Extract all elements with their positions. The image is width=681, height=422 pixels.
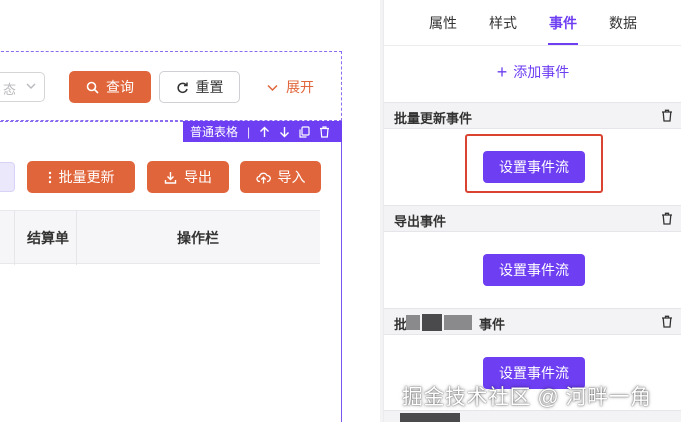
status-select[interactable]: 态 [0, 72, 45, 102]
search-icon [86, 81, 99, 94]
highlight-box [465, 134, 603, 193]
download-icon [164, 171, 177, 184]
redacted-text [400, 413, 460, 422]
event-section-header [384, 410, 681, 422]
chevron-down-icon [26, 83, 36, 89]
redacted-text [406, 315, 420, 330]
batch-update-label: 批量更新 [58, 169, 115, 185]
trash-icon[interactable] [661, 212, 673, 225]
event-section-title: 批量更新事件 [394, 111, 473, 126]
expand-link-label: 展开 [286, 79, 314, 95]
column-divider [14, 211, 15, 265]
watermark: 掘金技术社区 @ 河畔一角 [402, 386, 652, 409]
chevron-down-icon [267, 84, 278, 91]
event-section-header: 批 事件 [384, 308, 681, 335]
import-button[interactable]: 导入 [240, 161, 321, 193]
query-button-label: 查询 [106, 79, 134, 95]
column-header-actions: 操作栏 [177, 230, 219, 246]
event-section-header: 导出事件 [384, 205, 681, 232]
trash-icon[interactable] [319, 125, 330, 138]
event-section-title: 导出事件 [394, 214, 447, 229]
arrow-up-icon[interactable] [259, 126, 270, 138]
add-event-label: 添加事件 [513, 64, 570, 80]
table-checkbox-area[interactable] [0, 162, 15, 192]
component-boundary [0, 121, 183, 142]
active-tab-indicator [548, 43, 578, 45]
status-select-value: 态 [3, 82, 17, 97]
event-section-title-suffix: 事件 [479, 317, 506, 332]
design-canvas: 态 查询 重置 展开 普通表格 | 批量更新 导出 导入 结算单 操作栏 [0, 0, 380, 422]
redacted-text [422, 314, 442, 331]
plus-icon: + [496, 62, 508, 82]
more-vertical-icon [48, 171, 51, 183]
copy-icon[interactable] [299, 125, 310, 138]
trash-icon[interactable] [661, 315, 673, 328]
export-button[interactable]: 导出 [147, 161, 229, 193]
arrow-down-icon[interactable] [279, 126, 290, 138]
tab-events[interactable]: 事件 [549, 13, 577, 33]
component-toolbar: 普通表格 | [183, 121, 342, 142]
reset-button[interactable]: 重置 [159, 71, 240, 103]
expand-link[interactable]: 展开 [262, 71, 318, 103]
tab-styles[interactable]: 样式 [489, 13, 517, 33]
tab-properties[interactable]: 属性 [429, 13, 457, 33]
cloud-upload-icon [255, 172, 271, 183]
batch-update-button[interactable]: 批量更新 [27, 161, 135, 193]
refresh-icon [176, 82, 188, 93]
set-event-flow-button[interactable]: 设置事件流 [483, 254, 585, 286]
config-panel: 属性 样式 事件 数据 + 添加事件 批量更新事件 设置事件流 导出事件 设置事… [383, 0, 681, 422]
event-section-header: 批量更新事件 [384, 102, 681, 129]
redacted-text [444, 315, 472, 330]
add-event-button[interactable]: + 添加事件 [384, 62, 681, 82]
tab-data[interactable]: 数据 [609, 13, 637, 33]
panel-tabs: 属性 样式 事件 数据 [384, 0, 681, 46]
reset-button-label: 重置 [195, 79, 224, 95]
trash-icon[interactable] [661, 109, 673, 122]
column-header-settlement: 结算单 [27, 230, 69, 246]
query-button[interactable]: 查询 [69, 71, 151, 103]
export-label: 导出 [184, 169, 212, 185]
component-type-label: 普通表格 [190, 125, 239, 139]
import-label: 导入 [277, 169, 306, 185]
toolbar-separator: | [247, 124, 251, 139]
table-header: 结算单 操作栏 [0, 210, 320, 265]
